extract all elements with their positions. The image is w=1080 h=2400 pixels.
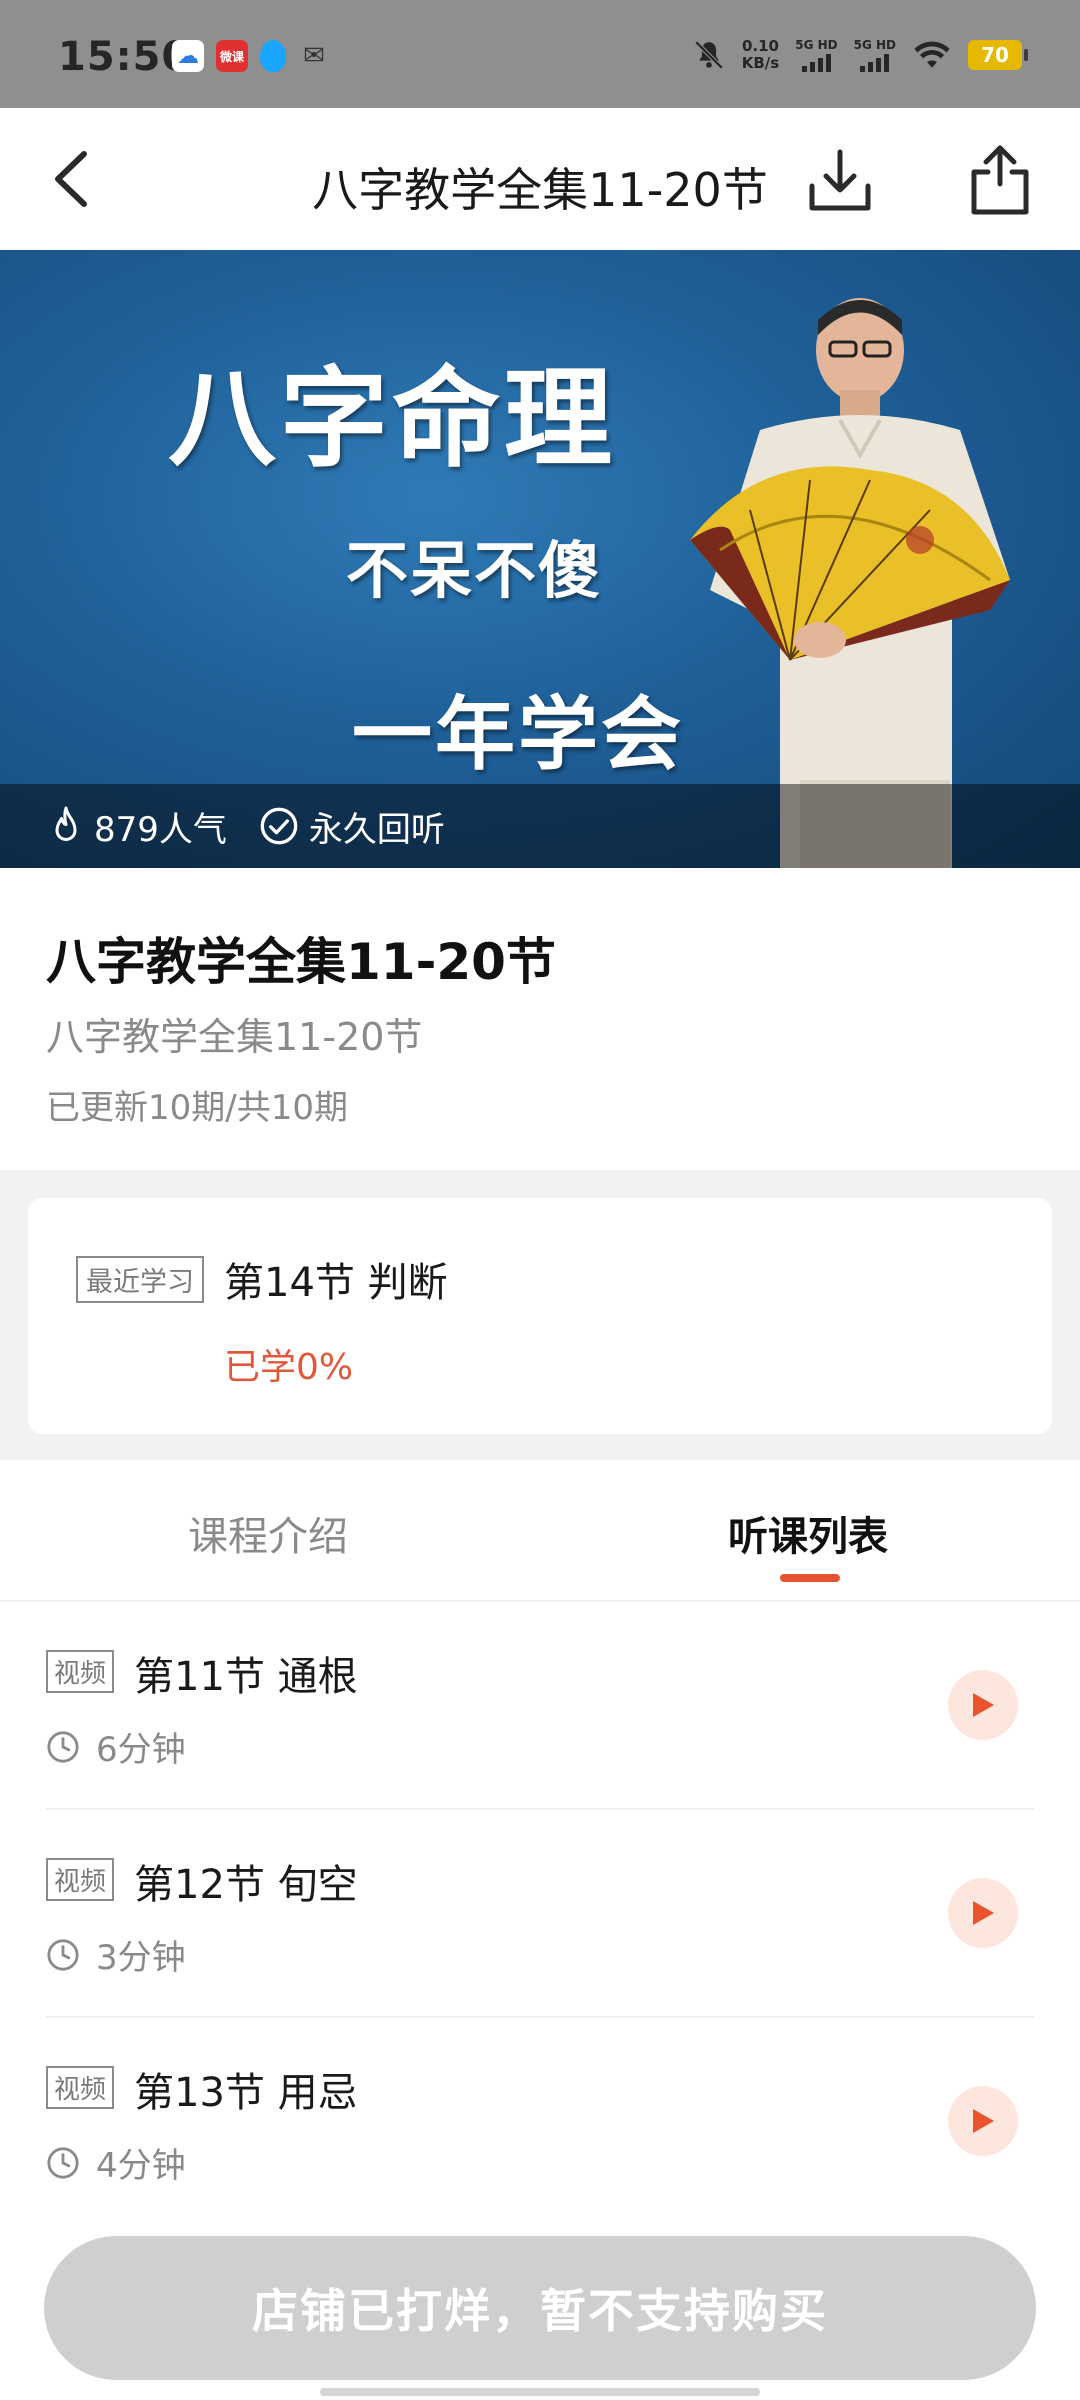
recent-lesson-title: 第14节 判断	[224, 1260, 448, 1306]
lesson-duration-text: 4分钟	[96, 2146, 186, 2186]
nav-title: 八字教学全集11-20节	[312, 163, 768, 217]
tab-lesson-list[interactable]: 听课列表	[728, 1504, 888, 1562]
lesson-duration: 6分钟	[46, 1722, 186, 1771]
popularity-count: 879人气	[94, 809, 227, 850]
download-icon[interactable]	[800, 146, 880, 216]
signal-sim2: 5G HD	[853, 37, 896, 72]
play-button[interactable]	[948, 1670, 1018, 1740]
recent-tag: 最近学习	[76, 1256, 204, 1303]
play-button[interactable]	[948, 2086, 1018, 2156]
nav-bar: 八字教学全集11-20节	[0, 108, 1080, 250]
banner-line-2: 不呆不傻	[346, 534, 603, 607]
course-banner[interactable]: 八字命理 不呆不傻 一年学会 879人气 永久回听	[0, 250, 1080, 868]
play-button[interactable]	[948, 1878, 1018, 1948]
signal-sim1: 5G HD	[795, 37, 838, 72]
clock-icon	[47, 1730, 79, 1763]
sim1-label: 5G HD	[795, 37, 838, 52]
replay-stat: 永久回听	[259, 802, 445, 851]
lesson-item[interactable]: 视频 第12节 旬空 3分钟	[0, 1810, 1080, 2018]
net-speed: 0.10 KB/s	[742, 38, 779, 72]
status-right: 0.10 KB/s 5G HD 5G HD 70	[692, 37, 1028, 72]
qq-icon	[260, 40, 286, 72]
course-tabs: 课程介绍 听课列表	[0, 1460, 1080, 1602]
home-indicator[interactable]	[320, 2388, 760, 2396]
active-tab-indicator	[780, 1574, 840, 1582]
baidu-netdisk-icon: ☁	[172, 40, 204, 72]
status-time: 15:50	[58, 34, 191, 80]
signal-bars-icon	[860, 53, 890, 72]
clock-icon	[47, 1938, 79, 1971]
banner-headline: 八字命理	[168, 356, 617, 482]
lesson-title: 第12节 旬空	[134, 1862, 358, 1908]
bottom-bar: 店铺已打烊，暂不支持购买	[0, 2222, 1080, 2400]
course-subtitle: 八字教学全集11-20节	[46, 1015, 423, 1059]
banner-line-3: 一年学会	[352, 687, 684, 781]
share-icon[interactable]	[960, 142, 1040, 218]
recent-progress: 已学0%	[224, 1347, 354, 1388]
buy-button-disabled[interactable]: 店铺已打烊，暂不支持购买	[44, 2236, 1036, 2380]
lesson-item[interactable]: 视频 第11节 通根 6分钟	[0, 1602, 1080, 1810]
lesson-duration: 4分钟	[46, 2138, 186, 2187]
clock-icon	[47, 2146, 79, 2179]
sim2-label: 5G HD	[853, 37, 896, 52]
instructor-photo	[690, 298, 1010, 868]
lesson-duration-text: 6分钟	[96, 1730, 186, 1770]
play-icon	[973, 2109, 994, 2133]
play-icon	[973, 1901, 994, 1925]
flame-icon	[55, 806, 77, 841]
check-circle-icon	[260, 807, 298, 845]
course-update-count: 已更新10期/共10期	[46, 1088, 348, 1128]
video-tag: 视频	[46, 2066, 115, 2109]
net-speed-unit: KB/s	[741, 54, 780, 72]
mute-bell-icon	[694, 40, 724, 70]
battery-indicator: 70	[968, 40, 1028, 70]
tab-course-intro[interactable]: 课程介绍	[188, 1504, 348, 1562]
lesson-item[interactable]: 视频 第13节 用忌 4分钟	[0, 2018, 1080, 2226]
wechat-icon: ✉	[303, 41, 325, 71]
status-bar: 15:50 ☁ 微课 ✉ 0.10 KB/s 5G HD 5G HD 70	[0, 0, 1080, 108]
lesson-duration-text: 3分钟	[96, 1938, 186, 1978]
status-app-icons: ☁ 微课 ✉	[172, 40, 330, 72]
lesson-title: 第11节 通根	[134, 1654, 358, 1700]
replay-label: 永久回听	[308, 809, 445, 850]
play-icon	[973, 1693, 994, 1717]
video-tag: 视频	[46, 1858, 115, 1901]
lesson-title: 第13节 用忌	[134, 2070, 358, 2116]
course-info: 八字教学全集11-20节 八字教学全集11-20节 已更新10期/共10期	[0, 868, 1080, 1170]
recent-section: 最近学习 第14节 判断 已学0%	[0, 1170, 1080, 1460]
wk-app-icon: 微课	[216, 40, 248, 72]
video-tag: 视频	[46, 1650, 115, 1693]
banner-footer: 879人气 永久回听	[0, 784, 1080, 868]
lesson-duration: 3分钟	[46, 1930, 186, 1979]
recent-learning-card[interactable]: 最近学习 第14节 判断 已学0%	[28, 1198, 1052, 1434]
wifi-icon	[914, 41, 950, 68]
signal-bars-icon	[801, 53, 831, 72]
popularity-stat: 879人气	[48, 802, 227, 851]
course-title: 八字教学全集11-20节	[46, 933, 556, 991]
net-speed-value: 0.10	[741, 37, 779, 55]
